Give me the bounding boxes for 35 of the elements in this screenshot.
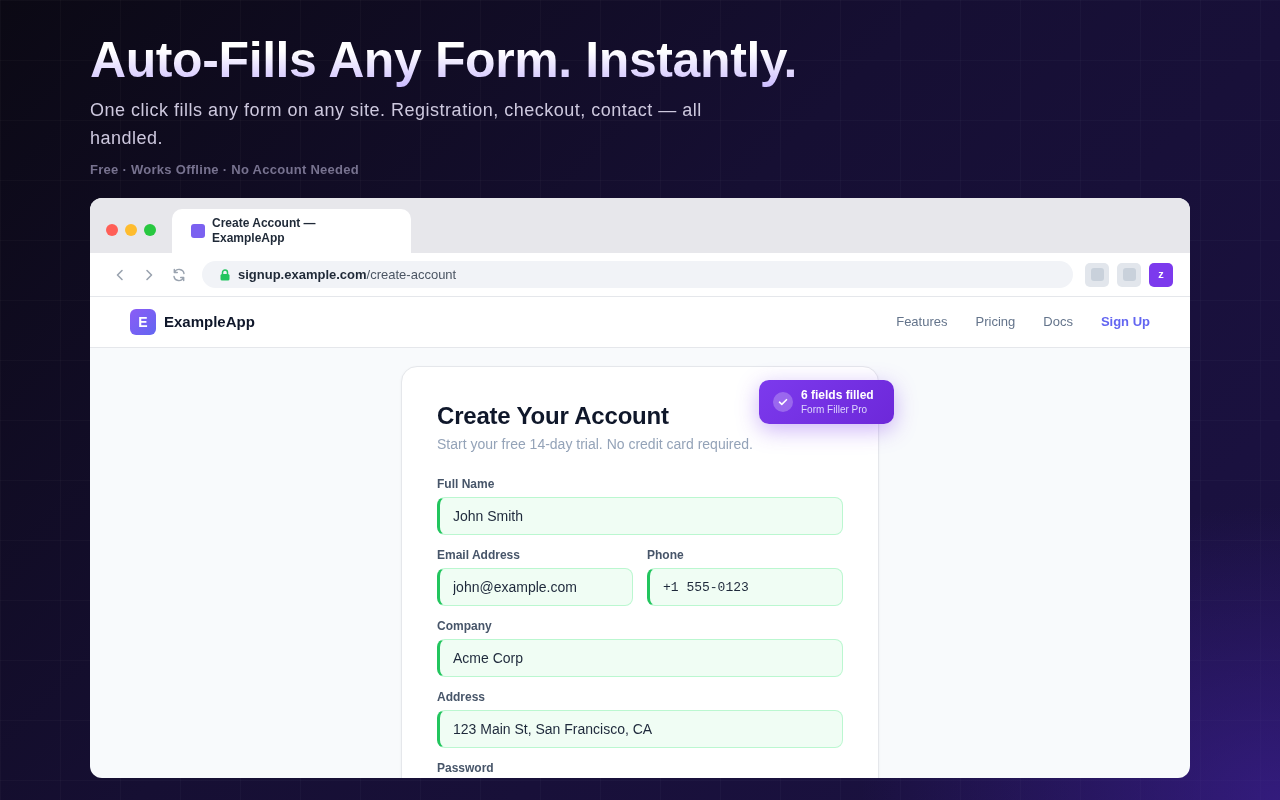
favicon-icon [191, 224, 205, 238]
nav-link[interactable]: Pricing [975, 312, 1016, 332]
phone-field[interactable]: +1 555-0123 [647, 568, 843, 606]
extension-button[interactable]: z [1149, 262, 1173, 287]
field-label: Email Address [437, 548, 520, 562]
extension-tile-icon[interactable] [1117, 262, 1141, 287]
field-label: Company [437, 619, 492, 633]
maximize-icon[interactable] [144, 224, 156, 236]
reload-icon[interactable] [172, 267, 186, 282]
extension-tile-icon[interactable] [1085, 262, 1109, 287]
toast-subtitle: Form Filler Pro [801, 403, 869, 416]
brand-name: ExampleApp [164, 311, 255, 332]
sign-up-link[interactable]: Sign Up [1100, 312, 1150, 332]
browser-tab[interactable]: Create Account — ExampleApp [172, 209, 411, 253]
nav-link[interactable]: Features [896, 312, 948, 332]
text-field[interactable]: 123 Main St, San Francisco, CA [437, 710, 843, 748]
text-field[interactable]: John Smith [437, 497, 843, 535]
subtitle-text: One click fills any form on any site. Registration, checkout, contact — all handled. [90, 99, 703, 150]
email-field[interactable]: john@example.com [437, 568, 633, 606]
toast-title: 6 fields filled [801, 388, 874, 403]
field-label: Address [437, 690, 486, 704]
nav-link[interactable]: Docs [1043, 312, 1073, 332]
feature-tagline: Free · Works Offline · No Account Needed [90, 162, 360, 178]
check-icon [773, 392, 793, 412]
url-text: signup.example.com/create-account [238, 265, 457, 284]
address-bar[interactable]: signup.example.com/create-account [202, 261, 1073, 288]
form-subtitle: Start your free 14-day trial. No credit card required. [437, 435, 753, 454]
text-field[interactable]: Acme Corp [437, 639, 843, 677]
field-label: Phone [647, 548, 684, 562]
form-title: Create Your Account [437, 401, 669, 431]
field-label: Password [437, 761, 494, 775]
logo-icon: E [130, 309, 156, 335]
field-label: Full Name [437, 477, 495, 491]
close-icon[interactable] [106, 224, 118, 236]
minimize-icon[interactable] [125, 224, 137, 236]
